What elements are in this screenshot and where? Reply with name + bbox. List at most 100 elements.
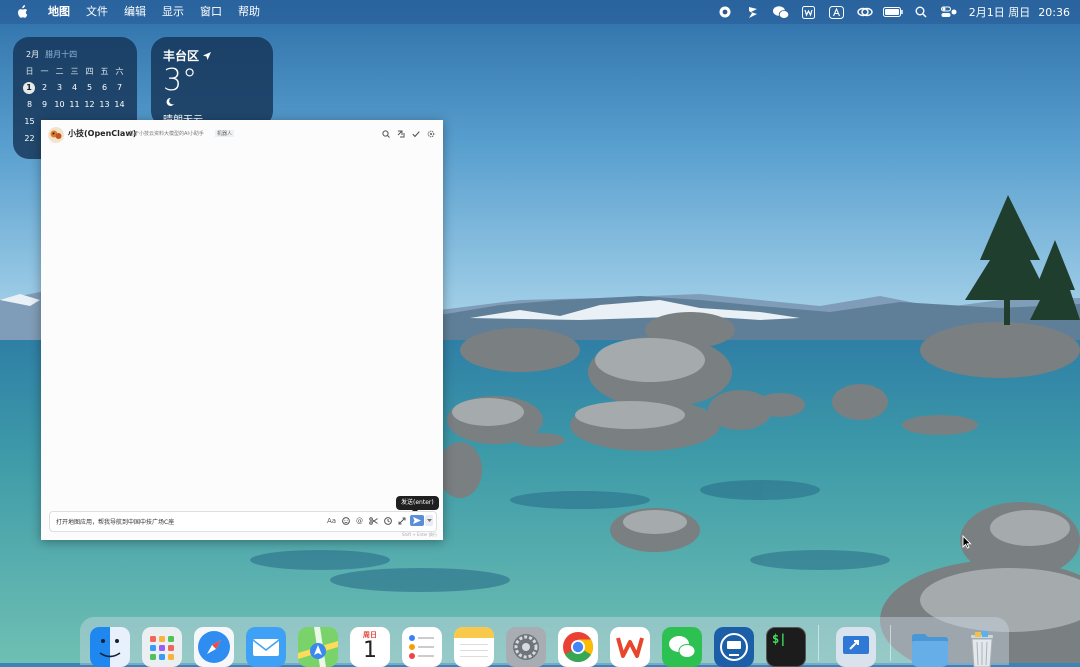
- weather-widget[interactable]: 丰台区 3° 晴朗无云: [151, 37, 273, 127]
- settings-icon[interactable]: [426, 129, 435, 138]
- message-input[interactable]: 打开地图应用，帮我导航到中国中技广场C座: [56, 517, 174, 526]
- location-arrow-icon: [203, 51, 212, 60]
- calendar-lunar-date: 腊月十四: [45, 50, 78, 59]
- wps-icon[interactable]: [795, 0, 823, 24]
- downloads-folder-icon[interactable]: [910, 627, 950, 667]
- trash-icon[interactable]: [962, 627, 1002, 667]
- search-icon[interactable]: [381, 129, 390, 138]
- weekday-label: 二: [55, 67, 64, 76]
- calendar-day: 5: [86, 83, 93, 92]
- menu-edit[interactable]: 编辑: [116, 0, 154, 24]
- weekday-label: 六: [115, 67, 124, 76]
- safari-icon[interactable]: [194, 627, 234, 667]
- calendar-day: 13: [99, 100, 110, 109]
- menu-window[interactable]: 窗口: [192, 0, 230, 24]
- composer-hint: Shift + Enter 换行: [402, 532, 437, 537]
- send-options-button[interactable]: [425, 515, 433, 526]
- history-icon[interactable]: [383, 516, 392, 526]
- wechat-icon[interactable]: [767, 0, 795, 24]
- input-method-icon[interactable]: [823, 0, 851, 24]
- chrome-icon[interactable]: [558, 627, 598, 667]
- message-composer[interactable]: 打开地图应用，帮我导航到中国中技广场C座 Aa @: [49, 511, 437, 532]
- menu-file[interactable]: 文件: [78, 0, 116, 24]
- bot-name[interactable]: 小技(OpenClaw): [68, 128, 136, 139]
- notes-icon[interactable]: [454, 627, 494, 667]
- bot-avatar[interactable]: [48, 127, 64, 143]
- calendar-app-icon[interactable]: 周日 1: [350, 627, 390, 667]
- dock-separator: [818, 625, 819, 661]
- dock: 周日 1 $|: [80, 617, 1009, 667]
- calendar-month: 2月: [26, 50, 40, 59]
- terminal-icon[interactable]: $|: [766, 627, 806, 667]
- weekday-label: 四: [85, 67, 94, 76]
- chat-header: 小技(OpenClaw) 基于小技云资料大模型的AI小助手 机器人: [41, 120, 443, 148]
- calendar-day: 14: [114, 100, 125, 109]
- menu-view[interactable]: 显示: [154, 0, 192, 24]
- control-center-icon[interactable]: [935, 0, 963, 24]
- weather-temperature: 3°: [163, 63, 198, 98]
- battery-icon[interactable]: [879, 0, 907, 24]
- calendar-day: 9: [41, 100, 48, 109]
- send-icon: [413, 517, 421, 524]
- calendar-day: 7: [116, 83, 123, 92]
- weekday-label: 五: [100, 67, 109, 76]
- moon-icon: [166, 97, 174, 106]
- chevron-down-icon: [426, 519, 432, 522]
- status-area: 2月1日 周日 20:36: [711, 0, 1072, 24]
- bot-description: 基于小技云资料大模型的AI小助手: [129, 131, 204, 137]
- link-icon[interactable]: [851, 0, 879, 24]
- system-settings-icon[interactable]: [506, 627, 546, 667]
- composer-toolbar: Aa @: [327, 516, 406, 526]
- menubar-time[interactable]: 20:36: [1036, 6, 1072, 19]
- bot-tag-badge: 机器人: [215, 130, 235, 137]
- mention-icon[interactable]: @: [355, 516, 364, 526]
- configurator-icon[interactable]: [714, 627, 754, 667]
- stack-icon[interactable]: [739, 0, 767, 24]
- expand-icon[interactable]: [397, 516, 406, 526]
- calendar-day: 4: [71, 83, 78, 92]
- calendar-day: 15: [24, 117, 35, 126]
- calendar-day: 3: [56, 83, 63, 92]
- reminders-icon[interactable]: [402, 627, 442, 667]
- wechat-app-icon[interactable]: [662, 627, 702, 667]
- scissors-icon[interactable]: [369, 516, 378, 526]
- pin-icon[interactable]: [396, 129, 405, 138]
- mouse-cursor-icon: [962, 535, 972, 549]
- calendar-day: 11: [69, 100, 80, 109]
- finder-icon[interactable]: [90, 627, 130, 667]
- weekday-label: 日: [25, 67, 34, 76]
- send-tooltip: 发送(enter): [396, 496, 439, 513]
- apple-icon[interactable]: [14, 4, 30, 20]
- calendar-day: 10: [54, 100, 65, 109]
- calendar-day-today: 1: [23, 82, 35, 94]
- weekday-label: 三: [70, 67, 79, 76]
- format-icon[interactable]: Aa: [327, 516, 336, 526]
- calendar-day: 6: [101, 83, 108, 92]
- check-icon[interactable]: [411, 129, 420, 138]
- emoji-icon[interactable]: [341, 516, 350, 526]
- mail-icon[interactable]: [246, 627, 286, 667]
- launchpad-icon[interactable]: [142, 627, 182, 667]
- weather-location: 丰台区: [163, 47, 212, 64]
- dock-separator: [890, 625, 891, 661]
- chat-window[interactable]: 小技(OpenClaw) 基于小技云资料大模型的AI小助手 机器人 发送(ent…: [41, 120, 443, 540]
- terminal-prompt-glyph: $|: [772, 632, 787, 646]
- calendar-day: 12: [84, 100, 95, 109]
- menu-bar: 地图 文件 编辑 显示 窗口 帮助 2月1日 周日 20:36: [0, 0, 1080, 24]
- menu-app-name[interactable]: 地图: [40, 0, 78, 24]
- spotlight-icon[interactable]: [907, 0, 935, 24]
- menu-help[interactable]: 帮助: [230, 0, 268, 24]
- record-icon[interactable]: [711, 0, 739, 24]
- chat-header-actions: [381, 129, 435, 138]
- calendar-day: 2: [41, 83, 48, 92]
- calendar-day: 8: [26, 100, 33, 109]
- wps-office-icon[interactable]: [610, 627, 650, 667]
- send-button[interactable]: [410, 515, 424, 526]
- weather-location-label: 丰台区: [163, 49, 200, 63]
- menubar-date[interactable]: 2月1日 周日: [963, 4, 1037, 20]
- calendar-header: 2月 腊月十四: [26, 49, 77, 60]
- maps-icon[interactable]: [298, 627, 338, 667]
- weekday-label: 一: [40, 67, 49, 76]
- screen-sharing-icon[interactable]: [836, 627, 876, 667]
- chat-message-area[interactable]: [41, 148, 443, 508]
